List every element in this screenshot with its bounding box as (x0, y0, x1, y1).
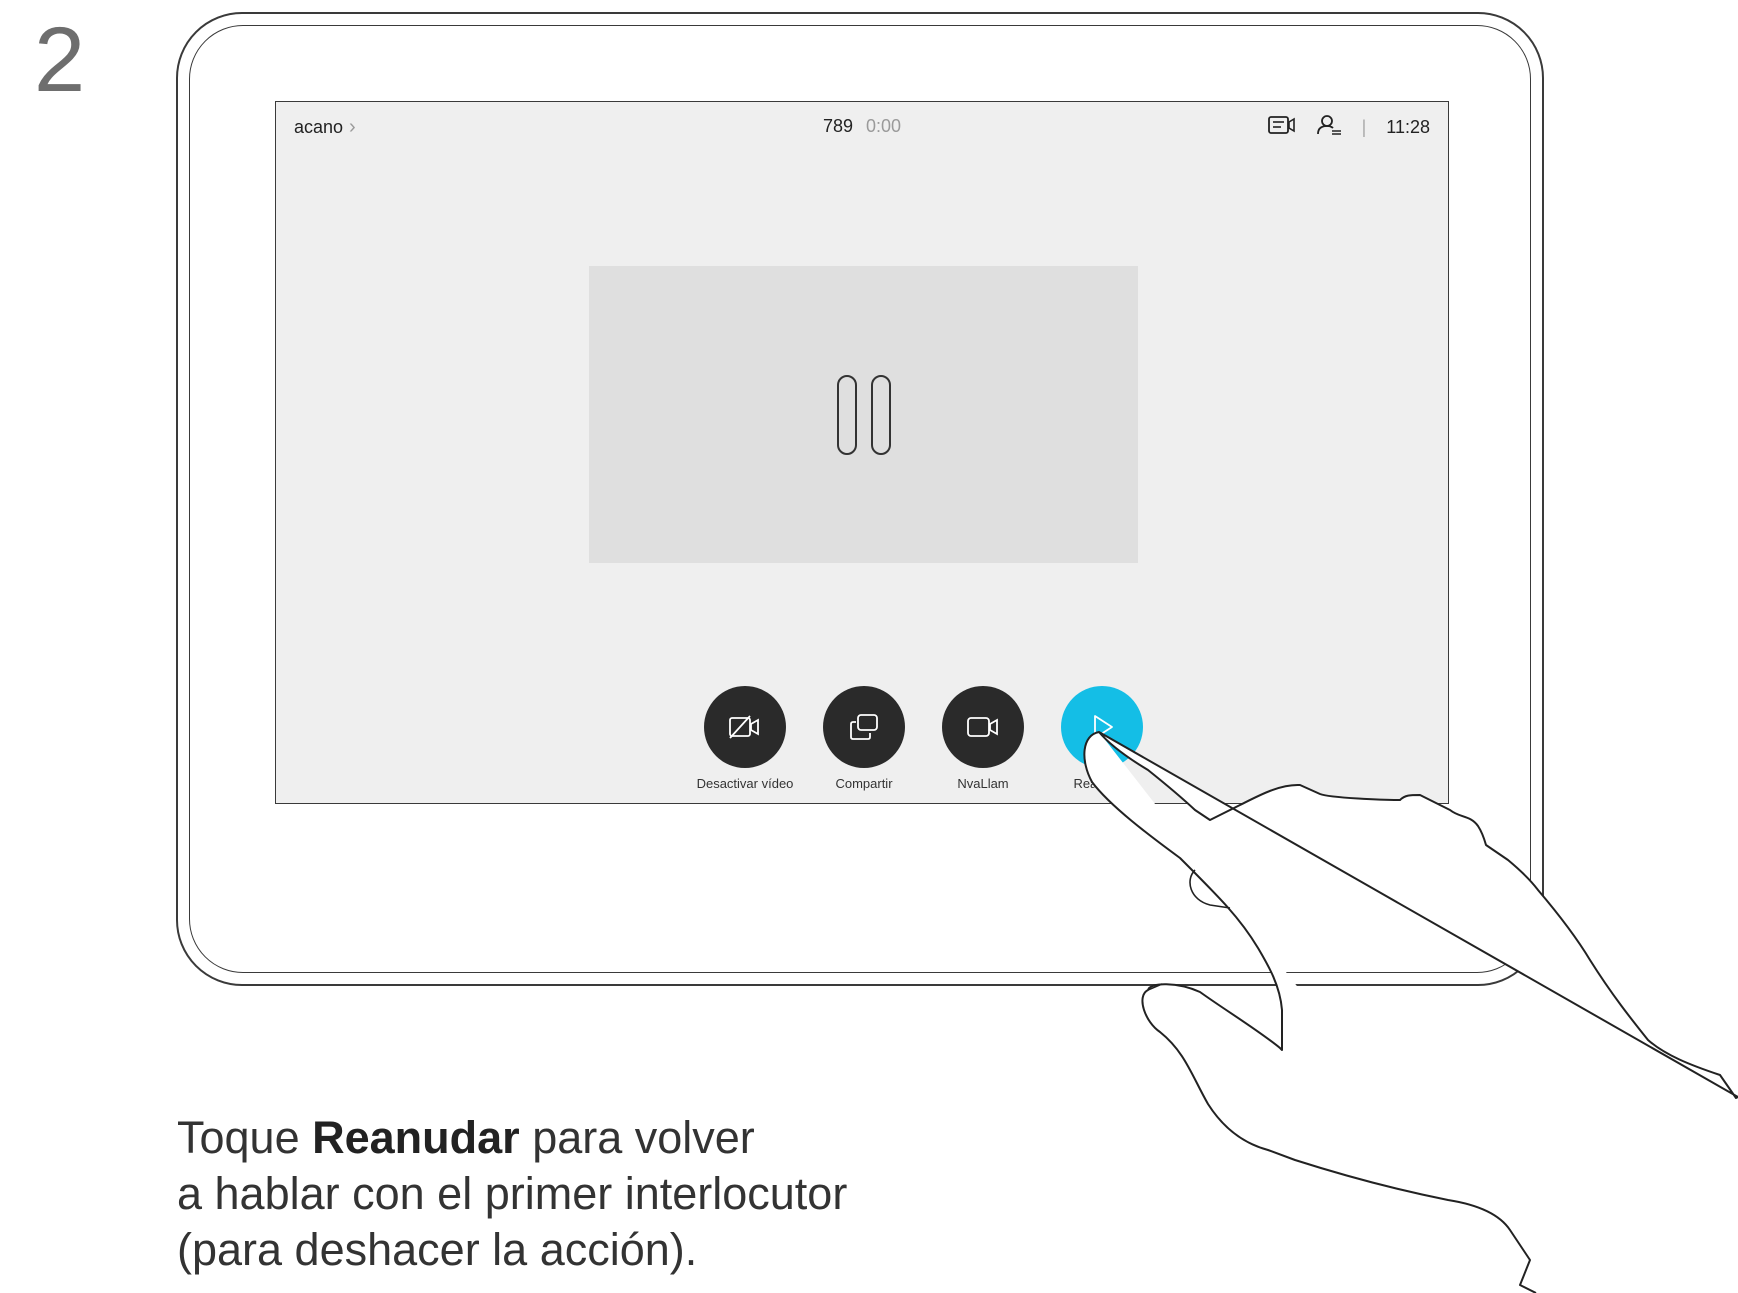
caption-bold: Reanudar (312, 1112, 520, 1163)
resume-button[interactable]: Reanudar (1042, 686, 1162, 791)
new-call-label: NvaLlam (957, 776, 1009, 791)
call-timer: 0:00 (866, 116, 902, 136)
layout-icon[interactable] (1267, 115, 1296, 140)
share-icon (850, 714, 878, 740)
video-off-button-circle[interactable] (704, 686, 786, 768)
call-number: 789 (822, 116, 853, 136)
call-controls: Desactivar vídeo Compartir NvaLlam Reanu… (276, 686, 1448, 796)
share-button-circle[interactable] (823, 686, 905, 768)
step-number: 2 (34, 9, 86, 111)
video-off-button[interactable]: Desactivar vídeo (685, 686, 805, 791)
status-bar: | 11:28 (1267, 114, 1430, 141)
instruction-caption: Toque Reanudar para volver a hablar con … (177, 1110, 847, 1278)
caption-before: Toque (177, 1112, 313, 1163)
video-camera-icon (967, 717, 998, 737)
new-call-button-circle[interactable] (942, 686, 1024, 768)
participants-icon[interactable] (1316, 114, 1342, 141)
resume-label: Reanudar (1073, 776, 1131, 791)
video-off-label: Desactivar vídeo (696, 776, 794, 791)
caption-line-2: a hablar con el primer interlocutor (177, 1168, 848, 1219)
pause-icon (836, 374, 891, 455)
new-call-button[interactable]: NvaLlam (923, 686, 1043, 791)
caption-line-1: Toque Reanudar para volver (177, 1110, 847, 1166)
resume-button-circle[interactable] (1061, 686, 1143, 768)
play-icon (1094, 715, 1113, 739)
separator: | (1361, 117, 1367, 137)
share-label: Compartir (835, 776, 893, 791)
share-button[interactable]: Compartir (804, 686, 924, 791)
caption-after: para volver (519, 1112, 755, 1163)
video-off-icon (729, 715, 759, 739)
caption-line-3: (para deshacer la acción). (177, 1224, 698, 1275)
clock: 11:28 (1386, 117, 1430, 137)
call-screen: acano › 789 0:00 | 11:28 Desactivar víde… (275, 101, 1449, 804)
paused-video (589, 266, 1138, 563)
